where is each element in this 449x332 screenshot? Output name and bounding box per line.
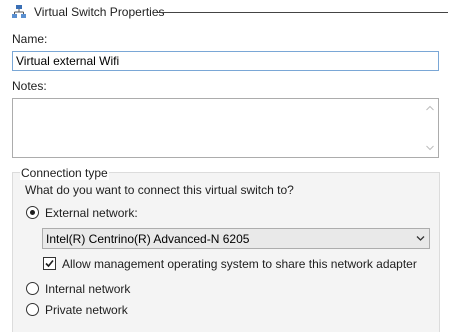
scroll-down-icon[interactable] bbox=[426, 145, 434, 151]
radio-internal-network[interactable]: Internal network bbox=[26, 281, 206, 297]
radio-private-network[interactable]: Private network bbox=[26, 302, 206, 318]
radio-label-private: Private network bbox=[45, 303, 128, 317]
section-header: Virtual Switch Properties bbox=[0, 0, 449, 24]
name-label: Name: bbox=[12, 32, 48, 46]
radio-label-external: External network: bbox=[45, 206, 138, 220]
radio-external-network[interactable]: External network: bbox=[26, 205, 206, 221]
radio-button-external[interactable] bbox=[26, 206, 39, 219]
notes-label: Notes: bbox=[12, 79, 47, 93]
notes-textarea[interactable] bbox=[12, 98, 439, 158]
radio-button-internal[interactable] bbox=[26, 282, 39, 295]
chevron-down-icon bbox=[416, 236, 425, 241]
section-title: Virtual Switch Properties bbox=[34, 5, 165, 19]
network-adapter-select[interactable]: Intel(R) Centrino(R) Advanced-N 6205 bbox=[42, 228, 430, 249]
notes-scrollbar[interactable] bbox=[422, 99, 438, 157]
scroll-up-icon[interactable] bbox=[426, 105, 434, 111]
radio-label-internal: Internal network bbox=[45, 282, 131, 296]
share-adapter-option[interactable]: Allow management operating system to sha… bbox=[43, 256, 423, 272]
adapter-selected-value: Intel(R) Centrino(R) Advanced-N 6205 bbox=[46, 232, 250, 246]
checkmark-icon bbox=[45, 259, 54, 268]
connection-type-legend: Connection type bbox=[20, 166, 109, 180]
virtual-switch-icon bbox=[12, 5, 26, 18]
share-adapter-checkbox[interactable] bbox=[43, 257, 56, 270]
name-field[interactable] bbox=[12, 51, 439, 71]
connection-question: What do you want to connect this virtual… bbox=[25, 183, 294, 197]
header-divider bbox=[158, 12, 448, 13]
radio-button-private[interactable] bbox=[26, 303, 39, 316]
share-adapter-label: Allow management operating system to sha… bbox=[62, 257, 417, 271]
radio-selected-dot bbox=[30, 210, 35, 215]
